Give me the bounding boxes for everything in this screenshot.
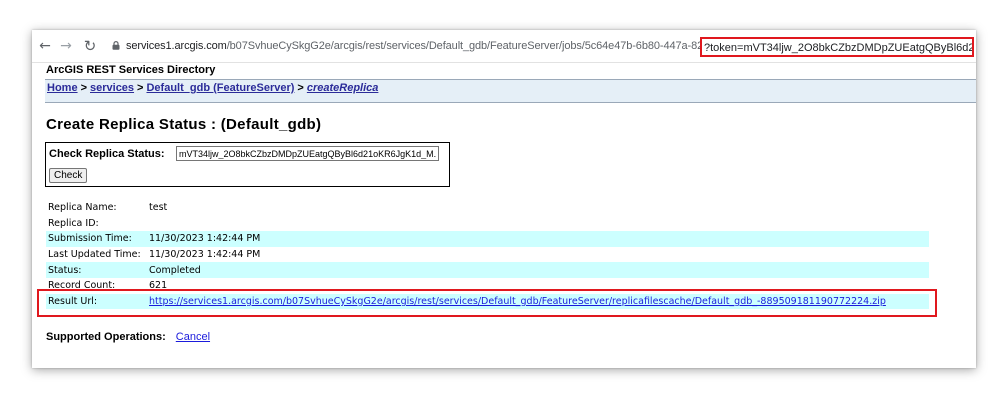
replica-name-value: test bbox=[149, 202, 168, 214]
breadcrumb-home-link[interactable]: Home bbox=[47, 82, 78, 94]
cancel-link[interactable]: Cancel bbox=[176, 331, 210, 343]
breadcrumb-gdb-link[interactable]: Default_gdb (FeatureServer) bbox=[146, 82, 294, 94]
last-updated-label: Last Updated Time: bbox=[48, 249, 141, 261]
breadcrumb-separator: > bbox=[297, 82, 304, 94]
replica-id-label: Replica ID: bbox=[48, 217, 99, 229]
table-row: Replica Name: test bbox=[46, 200, 929, 216]
table-row: Last Updated Time: 11/30/2023 1:42:44 PM bbox=[46, 247, 929, 263]
supported-operations: Supported Operations: Cancel bbox=[46, 331, 210, 343]
breadcrumb-separator: > bbox=[80, 82, 87, 94]
reload-icon[interactable]: ↻ bbox=[81, 37, 99, 55]
table-row: Replica ID: bbox=[46, 216, 929, 232]
last-updated-value: 11/30/2023 1:42:44 PM bbox=[149, 249, 261, 261]
table-row: Status: Completed bbox=[46, 262, 929, 278]
browser-window: ← → ↻ services1.arcgis.com/b07SvhueCySkg… bbox=[32, 30, 976, 368]
check-button[interactable]: Check bbox=[49, 168, 88, 183]
table-row: Submission Time: 11/30/2023 1:42:44 PM bbox=[46, 231, 929, 247]
status-value: Completed bbox=[147, 262, 929, 278]
submission-time-label: Submission Time: bbox=[46, 231, 147, 247]
forward-arrow-icon[interactable]: → bbox=[57, 37, 75, 55]
url-host: services1.arcgis.com bbox=[126, 40, 227, 52]
breadcrumb-separator: > bbox=[137, 82, 144, 94]
address-bar[interactable]: ← → ↻ services1.arcgis.com/b07SvhueCySkg… bbox=[32, 30, 976, 63]
breadcrumb-services-link[interactable]: services bbox=[90, 82, 134, 94]
check-replica-input[interactable] bbox=[176, 146, 439, 161]
lock-icon[interactable] bbox=[112, 41, 120, 50]
breadcrumb-bar: Home > services > Default_gdb (FeatureServer… bbox=[45, 79, 976, 103]
replica-name-label: Replica Name: bbox=[48, 202, 117, 214]
url-token: ?token=mVT34ljw_2O8bkCZbzDMDpZUEatgQByBl… bbox=[704, 42, 974, 54]
page-title: Create Replica Status : (Default_gdb) bbox=[46, 116, 322, 133]
breadcrumb-createreplica-link[interactable]: createReplica bbox=[307, 82, 379, 94]
directory-title: ArcGIS REST Services Directory bbox=[46, 64, 216, 76]
check-replica-label: Check Replica Status: bbox=[49, 148, 165, 160]
submission-time-value: 11/30/2023 1:42:44 PM bbox=[147, 231, 929, 247]
status-label: Status: bbox=[46, 262, 147, 278]
supported-operations-label: Supported Operations: bbox=[46, 331, 166, 343]
url-token-highlight[interactable]: ?token=mVT34ljw_2O8bkCZbzDMDpZUEatgQByBl… bbox=[700, 37, 974, 57]
replica-id-value bbox=[147, 216, 929, 232]
url-path: /b07SvhueCySkgG2e/arcgis/rest/services/D… bbox=[226, 40, 782, 52]
check-replica-form: Check Replica Status: Check bbox=[45, 142, 450, 187]
back-arrow-icon[interactable]: ← bbox=[36, 37, 54, 55]
result-url-highlight bbox=[37, 289, 937, 317]
breadcrumb: Home > services > Default_gdb (FeatureServer… bbox=[47, 82, 378, 94]
url-text[interactable]: services1.arcgis.com/b07SvhueCySkgG2e/ar… bbox=[126, 38, 782, 54]
